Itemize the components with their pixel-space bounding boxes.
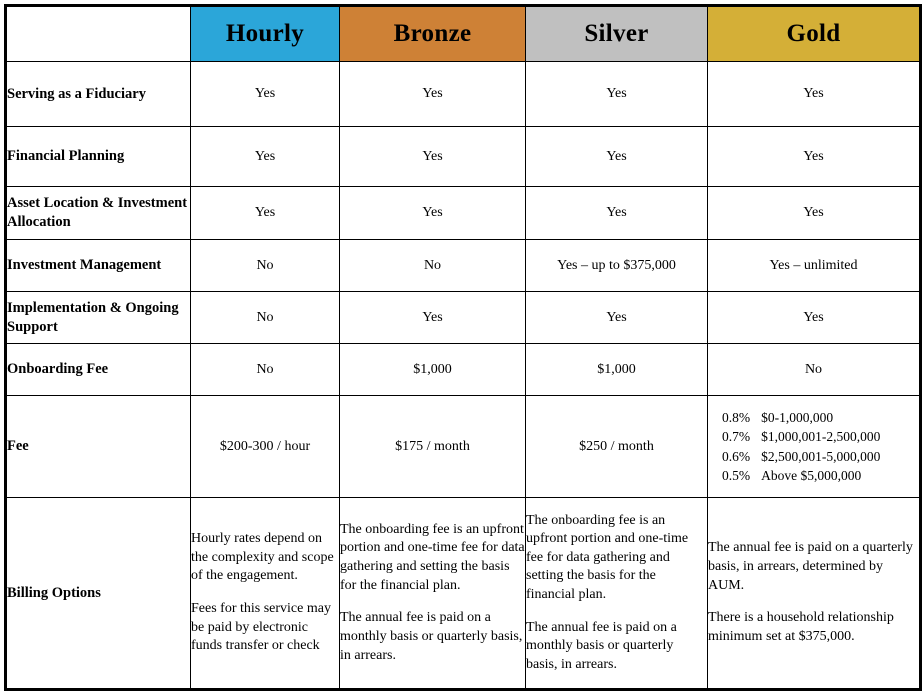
- cell-investment-hourly: No: [190, 239, 340, 292]
- gold-fee-tier-range: $0-1,000,000: [761, 410, 834, 426]
- cell-investment-silver: Yes – up to $375,000: [525, 239, 708, 292]
- gold-fee-tier-rate: 0.6%: [722, 448, 751, 464]
- row-label-onboarding-fee: Onboarding Fee: [5, 343, 191, 396]
- gold-fee-tier-rate: 0.5%: [722, 467, 751, 483]
- cell-implementation-bronze: Yes: [339, 291, 526, 344]
- billing-text-hourly: Hourly rates depend on the complexity an…: [191, 530, 339, 656]
- gold-fee-tier-range: Above $5,000,000: [761, 467, 862, 483]
- cell-onboarding-silver: $1,000: [525, 343, 708, 396]
- billing-hourly-paragraph-1: Hourly rates depend on the complexity an…: [191, 531, 334, 584]
- table-row: Implementation & Ongoing Support No Yes …: [5, 291, 921, 344]
- gold-fee-tier-range: $1,000,001-2,500,000: [761, 429, 881, 445]
- gold-fee-tier-row: 0.7% $1,000,001-2,500,000: [722, 427, 880, 446]
- cell-fee-silver: $250 / month: [525, 395, 708, 498]
- cell-fee-gold: 0.8% $0-1,000,000 0.7% $1,000,001-2,500,000…: [707, 395, 921, 498]
- billing-gold-paragraph-2: There is a household relationship minimu…: [708, 610, 894, 644]
- cell-fee-bronze: $175 / month: [339, 395, 526, 498]
- cell-asset-bronze: Yes: [339, 186, 526, 240]
- column-header-silver: Silver: [525, 5, 708, 62]
- cell-fiduciary-bronze: Yes: [339, 61, 526, 127]
- row-label-implementation-ongoing-support: Implementation & Ongoing Support: [5, 291, 191, 344]
- cell-planning-hourly: Yes: [190, 126, 340, 187]
- table-row: Investment Management No No Yes – up to …: [5, 239, 921, 292]
- gold-fee-tier-range: $2,500,001-5,000,000: [761, 448, 881, 464]
- gold-fee-tier-row: 0.6% $2,500,001-5,000,000: [722, 447, 880, 466]
- cell-asset-hourly: Yes: [190, 186, 340, 240]
- cell-asset-silver: Yes: [525, 186, 708, 240]
- cell-billing-hourly: Hourly rates depend on the complexity an…: [190, 497, 340, 690]
- table-corner-cell: [5, 5, 191, 62]
- cell-implementation-hourly: No: [190, 291, 340, 344]
- table-row: Billing Options Hourly rates depend on t…: [5, 497, 921, 690]
- billing-text-gold: The annual fee is paid on a quarterly ba…: [708, 539, 919, 646]
- billing-text-silver: The onboarding fee is an upfront portion…: [526, 512, 707, 675]
- cell-asset-gold: Yes: [707, 186, 921, 240]
- cell-investment-gold: Yes – unlimited: [707, 239, 921, 292]
- cell-billing-bronze: The onboarding fee is an upfront portion…: [339, 497, 526, 690]
- billing-silver-paragraph-2: The annual fee is paid on a monthly basi…: [526, 619, 677, 672]
- cell-billing-silver: The onboarding fee is an upfront portion…: [525, 497, 708, 690]
- table-row: Serving as a Fiduciary Yes Yes Yes Yes: [5, 61, 921, 127]
- cell-fiduciary-gold: Yes: [707, 61, 921, 127]
- column-header-bronze: Bronze: [339, 5, 526, 62]
- column-header-gold: Gold: [707, 5, 921, 62]
- row-label-serving-as-a-fiduciary: Serving as a Fiduciary: [5, 61, 191, 127]
- column-header-hourly: Hourly: [190, 5, 340, 62]
- cell-implementation-silver: Yes: [525, 291, 708, 344]
- cell-onboarding-bronze: $1,000: [339, 343, 526, 396]
- cell-planning-gold: Yes: [707, 126, 921, 187]
- cell-planning-bronze: Yes: [339, 126, 526, 187]
- gold-fee-tier-list: 0.8% $0-1,000,000 0.7% $1,000,001-2,500,000…: [722, 408, 880, 485]
- table-header-row: Hourly Bronze Silver Gold: [5, 5, 921, 62]
- table-row: Financial Planning Yes Yes Yes Yes: [5, 126, 921, 187]
- billing-bronze-paragraph-1: The onboarding fee is an upfront portion…: [340, 521, 525, 593]
- gold-fee-tier-rate: 0.7%: [722, 429, 751, 445]
- row-label-billing-options: Billing Options: [5, 497, 191, 690]
- table-row: Onboarding Fee No $1,000 $1,000 No: [5, 343, 921, 396]
- billing-hourly-paragraph-2: Fees for this service may be paid by ele…: [191, 601, 331, 654]
- row-label-asset-location-investment-allocation: Asset Location & Investment Allocation: [5, 186, 191, 240]
- service-tier-comparison-table: Hourly Bronze Silver Gold Serving as a F…: [4, 4, 922, 691]
- gold-fee-tier-rate: 0.8%: [722, 410, 751, 426]
- cell-fiduciary-silver: Yes: [525, 61, 708, 127]
- row-label-fee: Fee: [5, 395, 191, 498]
- cell-fee-hourly: $200-300 / hour: [190, 395, 340, 498]
- table-row: Fee $200-300 / hour $175 / month $250 / …: [5, 395, 921, 498]
- cell-onboarding-hourly: No: [190, 343, 340, 396]
- billing-text-bronze: The onboarding fee is an upfront portion…: [340, 521, 525, 665]
- table-row: Asset Location & Investment Allocation Y…: [5, 186, 921, 240]
- gold-fee-tier-row: 0.5% Above $5,000,000: [722, 466, 880, 485]
- cell-investment-bronze: No: [339, 239, 526, 292]
- cell-implementation-gold: Yes: [707, 291, 921, 344]
- billing-silver-paragraph-1: The onboarding fee is an upfront portion…: [526, 512, 689, 602]
- cell-onboarding-gold: No: [707, 343, 921, 396]
- gold-fee-tier-row: 0.8% $0-1,000,000: [722, 408, 880, 427]
- cell-billing-gold: The annual fee is paid on a quarterly ba…: [707, 497, 921, 690]
- cell-planning-silver: Yes: [525, 126, 708, 187]
- row-label-investment-management: Investment Management: [5, 239, 191, 292]
- cell-fiduciary-hourly: Yes: [190, 61, 340, 127]
- billing-gold-paragraph-1: The annual fee is paid on a quarterly ba…: [708, 540, 913, 593]
- billing-bronze-paragraph-2: The annual fee is paid on a monthly basi…: [340, 610, 523, 663]
- row-label-financial-planning: Financial Planning: [5, 126, 191, 187]
